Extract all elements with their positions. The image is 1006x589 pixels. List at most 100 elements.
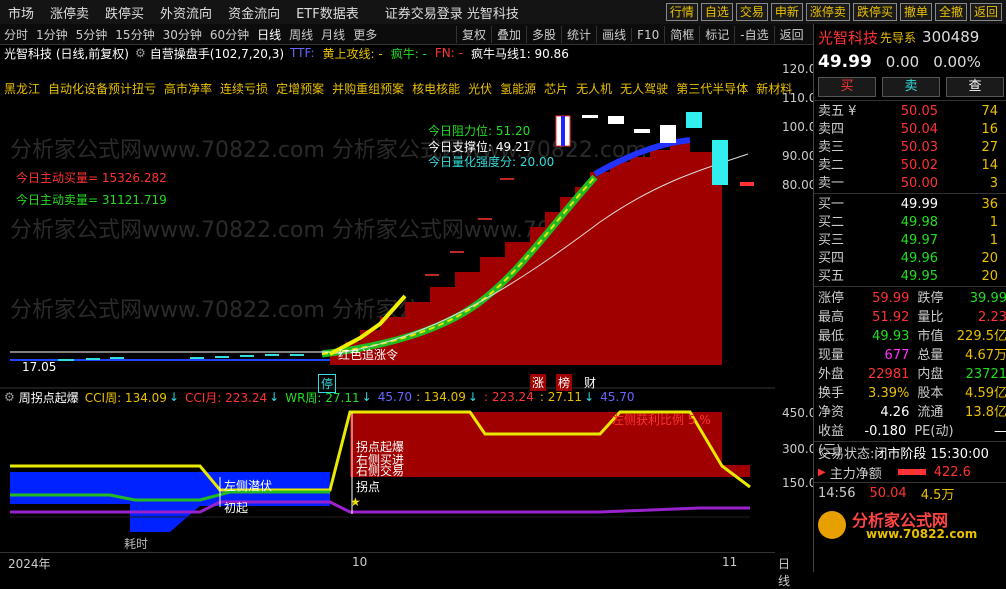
bids-row: 买三 49.97 1	[814, 232, 1006, 250]
buy-volume-label: 今日主动买量= 15326.282	[16, 171, 167, 185]
cci-week: CCI周: 134.09	[84, 390, 167, 405]
stat-row: 最低 49.93 市值 229.5亿	[814, 327, 1006, 346]
top-menu-item[interactable]: 跌停买	[97, 3, 152, 22]
tick-price: 50.04	[869, 485, 907, 501]
wr-week: WR周: 27.11	[285, 390, 360, 405]
top-menu-item[interactable]: 资金流向	[220, 3, 288, 22]
period-tab[interactable]: 月线	[317, 26, 349, 43]
toolbar-button[interactable]: 叠加	[491, 26, 526, 43]
stat-value: 4.59亿	[965, 386, 1006, 401]
ttf-label: TTF:	[290, 46, 315, 60]
bids-label: 买四	[818, 251, 845, 266]
stat-value: 51.92	[872, 310, 910, 325]
toolbar-button[interactable]: 简框	[664, 26, 699, 43]
top-button[interactable]: 返回	[969, 3, 1002, 21]
period-tab[interactable]: 分时	[0, 26, 32, 43]
period-tab[interactable]: 5分钟	[72, 26, 112, 43]
stat-label: 跌停	[917, 291, 944, 306]
period-tab[interactable]: 60分钟	[206, 26, 253, 43]
toolbar-button[interactable]: 多股	[526, 26, 561, 43]
axis-tick: 80.00	[782, 178, 817, 192]
toolbar-button[interactable]: 标记	[699, 26, 734, 43]
concept-tag[interactable]: 无人驾驶	[620, 82, 668, 96]
current-price: 49.99	[818, 52, 872, 72]
sell-button[interactable]: 卖	[882, 77, 940, 97]
top-menu-item[interactable]: 涨停卖	[42, 3, 97, 22]
asks-label: 卖五 ¥	[818, 104, 857, 119]
top-button[interactable]: 自选	[700, 3, 733, 21]
stat-value: -0.180	[864, 424, 907, 439]
top-menu-item[interactable]: 外资流向	[152, 3, 220, 22]
indicator-name[interactable]: 自营操盘手(102,7,20,3)	[150, 45, 284, 62]
concept-tag[interactable]: 并购重组预案	[332, 82, 404, 96]
period-tab[interactable]: 1分钟	[32, 26, 72, 43]
date-tick: 2024年	[8, 557, 51, 571]
toolbar-button[interactable]: 复权	[456, 26, 491, 43]
toolbar-button[interactable]: 统计	[561, 26, 596, 43]
concept-tag[interactable]: 自动化设备预计扭亏	[48, 82, 156, 96]
left-profit-label: 左侧获利比例 5 %	[612, 413, 711, 427]
top-menu-item[interactable]: 市场	[0, 3, 42, 22]
logo-icon	[818, 511, 846, 539]
asks-row: 卖三 50.03 27	[814, 139, 1006, 157]
attack-line-label: 黄上攻线: -	[322, 46, 383, 61]
bid-list: 买一 49.99 36 买二 49.98 1 买三 49.97 1 买四 49.96 20 买五 49.9…	[814, 193, 1006, 286]
top-button[interactable]: 全撤	[934, 3, 967, 21]
period-tab[interactable]: 周线	[285, 26, 317, 43]
concept-tag[interactable]: 第三代半导体	[676, 82, 748, 96]
query-button[interactable]: 查	[946, 77, 1004, 97]
low-price-label: 17.05	[22, 360, 57, 374]
stat-value: 23721	[965, 367, 1006, 382]
stat-value: 59.99	[872, 291, 910, 306]
period-tab[interactable]: 日线	[253, 26, 285, 43]
concept-tag[interactable]: 定增预案	[276, 82, 324, 96]
buy-button[interactable]: 买	[818, 77, 876, 97]
toolbar-button[interactable]: -自选	[734, 26, 773, 43]
toolbar-button[interactable]: 返回	[773, 26, 809, 43]
concept-tag[interactable]: 无人机	[576, 82, 612, 96]
gear-icon[interactable]: ⚙	[135, 46, 146, 60]
stat-row: 净资 4.26 流通 13.8亿	[814, 403, 1006, 422]
bids-row: 买一 49.99 36	[814, 196, 1006, 214]
mad-bull-label: 疯牛: -	[390, 46, 427, 61]
concept-tag[interactable]: 氢能源	[500, 82, 536, 96]
concept-tag[interactable]: 核电核能	[412, 82, 460, 96]
top-button[interactable]: 撤单	[899, 3, 932, 21]
lower-indicator-name[interactable]: 周拐点起爆	[19, 389, 79, 406]
date-tick: 10	[352, 555, 368, 569]
toolbar-button[interactable]: F10	[631, 27, 664, 42]
stat-value: 22981	[868, 367, 910, 382]
bids-volume: 1	[989, 233, 998, 248]
period-tab[interactable]: 15分钟	[111, 26, 158, 43]
ask-list: 卖五 ¥ 50.05 74 卖四 50.04 16 卖三 50.03 27 卖二 50.02 14 卖一…	[814, 100, 1006, 193]
concept-tag[interactable]: 芯片	[544, 82, 568, 96]
period-label: 日线	[778, 557, 791, 588]
asks-label: 卖三	[818, 140, 845, 155]
top-button[interactable]: 涨停卖	[805, 3, 850, 21]
asks-price: 50.02	[900, 158, 938, 173]
toolbar-button[interactable]: 画线	[596, 26, 631, 43]
asks-volume: 27	[981, 140, 998, 155]
fn-label: FN: -	[434, 46, 463, 60]
bids-volume: 1	[989, 215, 998, 230]
expand-icon[interactable]: ▶	[818, 467, 826, 478]
tick-time: 14:56	[818, 485, 856, 501]
asks-row: 卖四 50.04 16	[814, 121, 1006, 139]
cci-month: CCI月: 223.24	[185, 390, 268, 405]
right-trade-label: 右侧交易	[356, 464, 405, 478]
top-menu-item[interactable]: ETF数据表	[288, 3, 367, 22]
top-button[interactable]: 跌停买	[852, 3, 897, 21]
period-tab[interactable]: 更多	[349, 26, 381, 43]
concept-tag[interactable]: 高市净率	[164, 82, 212, 96]
concept-tag[interactable]: 黑龙江	[4, 82, 40, 96]
login-alert[interactable]: 证券交易登录 光智科技	[377, 3, 527, 22]
concept-tag[interactable]: 连续亏损	[220, 82, 268, 96]
period-tab[interactable]: 30分钟	[159, 26, 206, 43]
top-button[interactable]: 交易	[735, 3, 768, 21]
concept-tag[interactable]: 光伏	[468, 82, 492, 96]
top-button[interactable]: 申新	[770, 3, 803, 21]
main-flow-row: ▶ 主力净额 422.6	[814, 462, 1006, 482]
top-button[interactable]: 行情	[665, 3, 698, 21]
gear-icon[interactable]: ⚙	[4, 390, 15, 404]
price-row: 49.99 0.00 0.00%	[814, 50, 1006, 74]
